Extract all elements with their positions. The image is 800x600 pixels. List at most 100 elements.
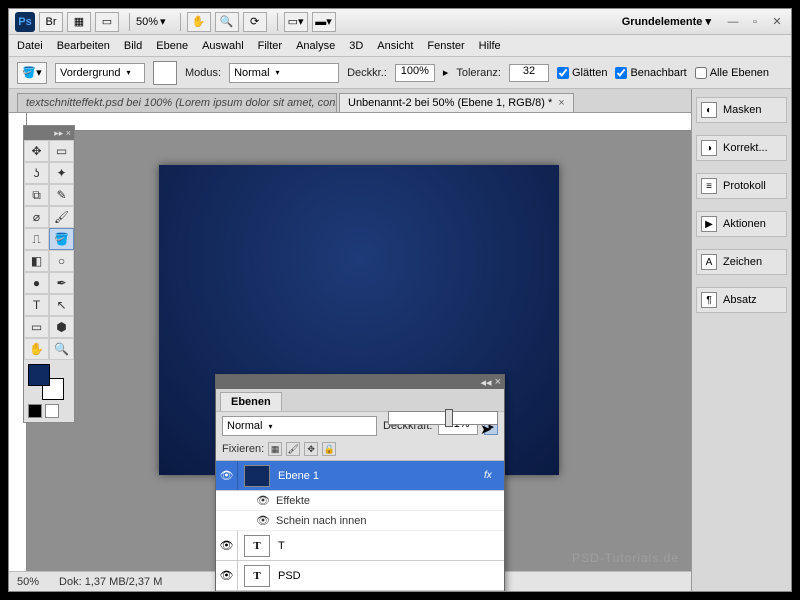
screen-mode-icon[interactable]: ▬▾ [312,12,336,32]
bucket-tool[interactable]: 🪣 [49,228,74,250]
menu-edit[interactable]: Bearbeiten [57,40,110,52]
panel-history[interactable]: ≡Protokoll [696,173,787,199]
stamp-tool[interactable]: ⎍ [24,228,49,250]
fill-source-dropdown[interactable]: Vordergrund▾ [55,63,145,83]
close-icon[interactable]: ✕ [769,14,785,30]
lock-pixels-icon[interactable]: 🖌 [286,442,300,456]
antialias-checkbox[interactable]: Glätten [557,67,607,79]
workspace-switcher[interactable]: Grundelemente ▾ [614,13,719,30]
rotate-icon[interactable]: ⟳ [243,12,267,32]
all-layers-checkbox[interactable]: Alle Ebenen [695,67,769,79]
slider-thumb[interactable] [445,409,453,427]
pen-tool[interactable]: ✒ [49,272,74,294]
marquee-tool[interactable]: ▭ [49,140,74,162]
bridge-icon[interactable]: Br [39,12,63,32]
view-extras-icon[interactable]: ▭ [95,12,119,32]
layer-row[interactable]: 👁 Ebene 1 fx [216,461,504,491]
lasso-tool[interactable]: ʖ [24,162,49,184]
ps-logo: Ps [15,12,35,32]
lock-position-icon[interactable]: ✥ [304,442,318,456]
effect-row[interactable]: 👁Schein nach innen [216,511,504,531]
arrange-icon[interactable]: ▭▾ [284,12,308,32]
zoom-tool[interactable]: 🔍 [49,338,74,360]
shape-tool[interactable]: ▭ [24,316,49,338]
menu-analysis[interactable]: Analyse [296,40,335,52]
text-tool[interactable]: T [24,294,49,316]
grid-icon[interactable]: ▦ [67,12,91,32]
status-docinfo[interactable]: Dok: 1,37 MB/2,37 M [59,576,162,588]
blend-mode-dropdown[interactable]: Normal▾ [229,63,339,83]
layer-name[interactable]: T [276,540,504,552]
text-layer-icon[interactable]: T [244,565,270,587]
blur-tool[interactable]: ○ [49,250,74,272]
lock-all-icon[interactable]: 🔒 [322,442,336,456]
layer-blend-dropdown[interactable]: Normal▾ [222,416,377,436]
panel-header[interactable]: ◂◂× [216,375,504,389]
history-icon: ≡ [701,178,717,194]
panel-actions[interactable]: ▶Aktionen [696,211,787,237]
layer-row[interactable]: 👁 T T [216,531,504,561]
path-tool[interactable]: ↖ [49,294,74,316]
zoom-icon[interactable]: 🔍 [215,12,239,32]
close-icon[interactable]: × [558,97,564,109]
panel-adjustments[interactable]: ◑Korrekt... [696,135,787,161]
wand-tool[interactable]: ✦ [49,162,74,184]
tolerance-input[interactable]: 32 [509,64,549,82]
dodge-tool[interactable]: ● [24,272,49,294]
visibility-icon[interactable]: 👁 [216,531,238,560]
opacity-slider[interactable] [388,411,498,425]
visibility-icon[interactable]: 👁 [256,514,270,527]
eraser-tool[interactable]: ◧ [24,250,49,272]
menu-view[interactable]: Ansicht [377,40,413,52]
document-tab-2[interactable]: Unbenannt-2 bei 50% (Ebene 1, RGB/8) *× [339,93,574,112]
menu-help[interactable]: Hilfe [479,40,501,52]
layer-name[interactable]: Ebene 1 [276,470,484,482]
visibility-icon[interactable]: 👁 [216,461,238,490]
fx-badge[interactable]: fx [484,470,504,481]
toolbox-collapse-icon[interactable]: ▸▸ × [24,126,74,140]
brush-tool[interactable]: 🖌 [49,206,74,228]
3d-tool[interactable]: ⬢ [49,316,74,338]
panel-masks[interactable]: ◐Masken [696,97,787,123]
quickmask-icon[interactable] [28,404,42,418]
current-tool-icon[interactable]: 🪣▾ [17,62,47,84]
menu-layer[interactable]: Ebene [156,40,188,52]
panel-character[interactable]: AZeichen [696,249,787,275]
move-tool[interactable]: ✥ [24,140,49,162]
layer-thumbnail[interactable] [244,465,270,487]
panel-paragraph[interactable]: ¶Absatz [696,287,787,313]
menu-select[interactable]: Auswahl [202,40,244,52]
visibility-icon[interactable]: 👁 [256,494,270,507]
layer-name[interactable]: PSD [276,570,504,582]
hand-icon[interactable]: ✋ [187,12,211,32]
color-picker[interactable] [24,360,74,422]
text-layer-icon[interactable]: T [244,535,270,557]
maximize-icon[interactable]: ▫ [747,14,763,30]
menu-window[interactable]: Fenster [427,40,464,52]
options-bar: 🪣▾ Vordergrund▾ Modus: Normal▾ Deckkr.: … [9,57,791,89]
document-tab-1[interactable]: textschnitteffekt.psd bei 100% (Lorem ip… [17,93,337,112]
status-zoom[interactable]: 50% [17,576,39,588]
collapse-icon[interactable]: ◂◂ [481,376,492,389]
layers-tab[interactable]: Ebenen [220,392,282,411]
minimize-icon[interactable]: — [725,14,741,30]
effect-row[interactable]: 👁Effekte [216,491,504,511]
hand-tool[interactable]: ✋ [24,338,49,360]
crop-tool[interactable]: ⧉ [24,184,49,206]
heal-tool[interactable]: ⌀ [24,206,49,228]
opacity-input[interactable]: 100% [395,64,435,82]
contiguous-checkbox[interactable]: Benachbart [615,67,686,79]
visibility-icon[interactable]: 👁 [216,561,238,590]
eyedropper-tool[interactable]: ✎ [49,184,74,206]
lock-transparency-icon[interactable]: ▦ [268,442,282,456]
screenmode-icon[interactable] [45,404,59,418]
menu-filter[interactable]: Filter [258,40,282,52]
menu-file[interactable]: Datei [17,40,43,52]
pattern-swatch[interactable] [153,61,177,85]
menu-image[interactable]: Bild [124,40,142,52]
menu-3d[interactable]: 3D [349,40,363,52]
zoom-dropdown[interactable]: 50%▾ [136,15,168,28]
close-icon[interactable]: × [495,376,501,388]
layer-row[interactable]: 👁 T PSD [216,561,504,591]
foreground-color[interactable] [28,364,50,386]
